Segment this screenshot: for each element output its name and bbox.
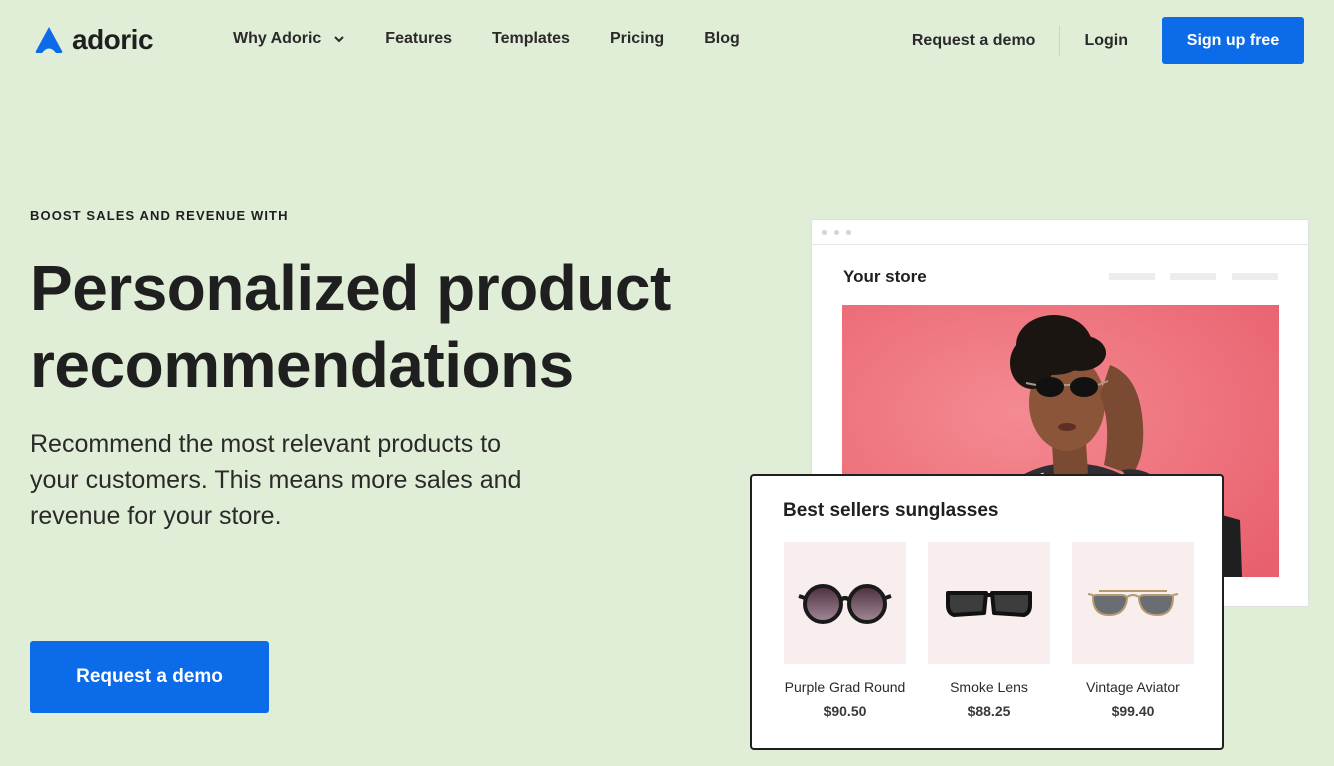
logo-text: adoric xyxy=(72,24,154,55)
signup-button[interactable]: Sign up free xyxy=(1162,17,1304,64)
placeholder-nav-line xyxy=(1170,273,1216,280)
window-dot xyxy=(822,230,827,235)
product-card[interactable]: Smoke Lens $88.25 xyxy=(928,542,1050,719)
adoric-logo-icon xyxy=(35,27,63,53)
request-demo-button[interactable]: Request a demo xyxy=(30,641,269,713)
hero-subtext: Recommend the most relevant products to … xyxy=(30,430,522,530)
nav-label: Blog xyxy=(704,30,740,47)
hero-headline: Personalized product recommendations xyxy=(30,252,671,401)
nav-item-pricing[interactable]: Pricing xyxy=(610,30,664,48)
placeholder-nav-line xyxy=(1109,273,1155,280)
hero-eyebrow: BOOST SALES AND REVENUE WITH xyxy=(30,208,289,223)
product-price: $90.50 xyxy=(823,703,867,719)
nav-label: Why Adoric xyxy=(233,30,322,47)
logo[interactable]: adoric xyxy=(34,24,154,56)
aviator-sunglasses-icon xyxy=(1087,590,1179,617)
browser-bar xyxy=(812,220,1308,245)
window-dot xyxy=(834,230,839,235)
placeholder-nav-line xyxy=(1232,273,1278,280)
request-demo-link[interactable]: Request a demo xyxy=(912,32,1060,50)
nav-label: Features xyxy=(385,30,452,47)
bestsellers-widget: Best sellers sunglasses Purple Grad Roun… xyxy=(750,474,1224,750)
main-nav: Why Adoric Features Templates Pricing Bl… xyxy=(233,30,780,48)
store-title: Your store xyxy=(843,267,927,286)
product-card[interactable]: Purple Grad Round $90.50 xyxy=(784,542,906,719)
nav-item-templates[interactable]: Templates xyxy=(492,30,570,48)
product-image xyxy=(784,542,906,664)
product-image xyxy=(1072,542,1194,664)
product-price: $99.40 xyxy=(1111,703,1155,719)
login-link[interactable]: Login xyxy=(1060,32,1162,50)
product-name: Smoke Lens xyxy=(950,679,1028,695)
nav-item-features[interactable]: Features xyxy=(385,30,452,48)
bestsellers-title: Best sellers sunglasses xyxy=(783,500,999,521)
product-name: Purple Grad Round xyxy=(784,679,906,695)
round-sunglasses-icon xyxy=(798,584,892,624)
chevron-down-icon xyxy=(334,36,345,43)
nav-item-why-adoric[interactable]: Why Adoric xyxy=(233,30,345,48)
product-image xyxy=(928,542,1050,664)
nav-item-blog[interactable]: Blog xyxy=(704,30,740,48)
smoke-lens-sunglasses-icon xyxy=(946,591,1032,617)
site-header: adoric Why Adoric Features Templates Pri… xyxy=(0,0,1334,82)
nav-label: Pricing xyxy=(609,30,665,47)
nav-label: Templates xyxy=(492,30,570,47)
product-price: $88.25 xyxy=(967,703,1011,719)
product-name: Vintage Aviator xyxy=(1086,679,1180,695)
header-actions: Request a demo Login Sign up free xyxy=(912,17,1304,64)
product-card[interactable]: Vintage Aviator $99.40 xyxy=(1072,542,1194,719)
window-dot xyxy=(846,230,851,235)
